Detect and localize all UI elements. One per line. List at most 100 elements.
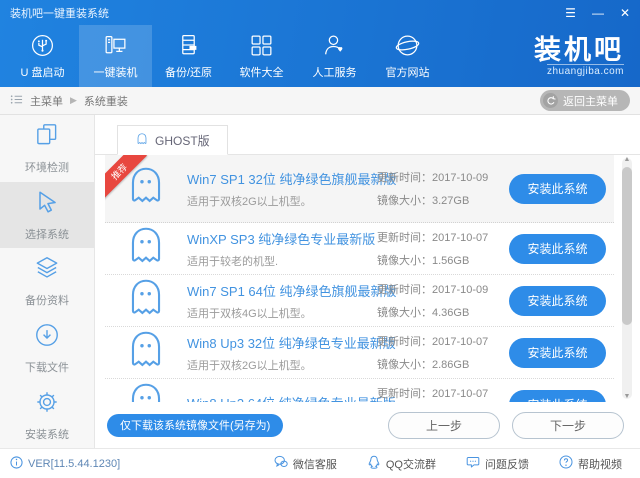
sidebar-item-label: 选择系统 (25, 228, 69, 241)
breadcrumb-root[interactable]: 主菜单 (30, 93, 63, 109)
window-title: 装机吧一键重装系统 (10, 7, 109, 20)
brand-logo: 装机吧 zhuangjiba.com (534, 25, 624, 87)
tab-ghost[interactable]: GHOST版 (117, 125, 228, 155)
system-row[interactable]: Win7 SP1 64位 纯净绿色旗舰最新版 适用于双核4G以上机型。 更新时间… (105, 275, 614, 327)
system-title: Win8 Up3 64位 纯净绿色专业最新版 (187, 393, 396, 403)
install-button[interactable]: 安装此系统 (509, 285, 606, 316)
version-info: VER[11.5.44.1230] (10, 455, 120, 472)
system-subtitle: 适用于较老的机型. (187, 255, 279, 268)
computer-icon (102, 32, 129, 59)
qq-icon (367, 455, 381, 472)
main-nav: U 盘启动 一键装机 备份/还原 软件大全 人工服务 官方网站 装机吧 zhua… (0, 25, 640, 87)
system-row[interactable]: WinXP SP3 纯净绿色专业最新版 适用于较老的机型. 更新时间：2017-… (105, 223, 614, 275)
nav-item-support[interactable]: 人工服务 (298, 25, 371, 87)
scroll-down-icon[interactable]: ▼ (622, 393, 632, 401)
image-size: 镜像大小：4.36GB (377, 307, 470, 319)
header: 装机吧一键重装系统 ☰ — ✕ U 盘启动 一键装机 备份/还原 软件大全 人工… (0, 0, 640, 87)
install-button[interactable]: 安装此系统 (509, 389, 606, 402)
help-video-link[interactable]: 帮助视频 (559, 455, 622, 472)
status-link-label: 微信客服 (292, 458, 337, 471)
chevron-right-icon: ▶ (70, 95, 77, 105)
status-bar: VER[11.5.44.1230] 微信客服 QQ交流群 问题反馈 帮助视频 (0, 448, 640, 478)
nav-item-label: 人工服务 (312, 67, 357, 79)
sidebar-item-label: 下载文件 (25, 362, 69, 375)
sidebar-item-label: 环境检测 (25, 162, 69, 175)
status-link-label: 问题反馈 (485, 458, 529, 471)
minimize-button[interactable]: — (592, 7, 604, 19)
menu-icon[interactable]: ☰ (565, 7, 576, 19)
nav-item-software[interactable]: 软件大全 (225, 25, 298, 87)
previous-step-button[interactable]: 上一步 (388, 411, 500, 439)
sidebar-item-install-system[interactable]: 安装系统 (0, 381, 94, 448)
info-icon (10, 455, 23, 472)
cursor-icon (33, 188, 61, 219)
updated-time: 更新时间：2017-10-09 (377, 284, 489, 296)
ghost-icon (123, 223, 169, 274)
sidebar-item-label: 安装系统 (25, 428, 69, 441)
tab-label: GHOST版 (155, 133, 210, 148)
help-icon (559, 455, 573, 472)
tab-bar: GHOST版 (95, 115, 640, 155)
feedback-link[interactable]: 问题反馈 (466, 455, 529, 472)
system-subtitle: 适用于双核2G以上机型。 (187, 195, 312, 208)
ghost-icon (135, 132, 149, 149)
sidebar-item-select-system[interactable]: 选择系统 (0, 181, 94, 249)
nav-item-backup-restore[interactable]: 备份/还原 (152, 25, 225, 87)
sidebar-item-env-check[interactable]: 环境检测 (0, 115, 94, 182)
image-size: 镜像大小：1.56GB (377, 255, 470, 267)
ghost-icon (123, 379, 169, 402)
close-button[interactable]: ✕ (620, 7, 630, 19)
back-to-menu-button[interactable]: 返回主菜单 (540, 90, 630, 111)
updated-time: 更新时间：2017-10-07 (377, 232, 489, 244)
system-list: 推荐 Win7 SP1 32位 纯净绿色旗舰最新版 适用于双核2G以上机型。 更… (95, 155, 640, 402)
layers-icon (33, 254, 61, 285)
scroll-up-icon[interactable]: ▲ (622, 156, 632, 164)
nav-item-label: 备份/还原 (164, 67, 213, 79)
nav-item-one-key-install[interactable]: 一键装机 (79, 25, 152, 87)
main-panel: GHOST版 推荐 Win7 SP1 32位 纯净绿色旗舰最新版 适用于双核2G… (95, 115, 640, 448)
gear-icon (33, 388, 61, 419)
install-button[interactable]: 安装此系统 (509, 337, 606, 368)
install-button[interactable]: 安装此系统 (509, 233, 606, 264)
app-window: 装机吧一键重装系统 ☰ — ✕ U 盘启动 一键装机 备份/还原 软件大全 人工… (0, 0, 640, 478)
next-step-button[interactable]: 下一步 (512, 411, 624, 439)
content-area: 环境检测 选择系统 备份资料 下载文件 安装系统 GHOST版 推荐 Win7 … (0, 115, 640, 448)
system-title: Win8 Up3 32位 纯净绿色专业最新版 (187, 335, 396, 351)
breadcrumb-current: 系统重装 (83, 95, 128, 108)
system-subtitle: 适用于双核2G以上机型。 (187, 359, 312, 372)
usb-icon (29, 32, 56, 59)
breadcrumb: 主菜单 ▶ 系统重装 返回主菜单 (0, 87, 640, 115)
system-row[interactable]: 推荐 Win7 SP1 32位 纯净绿色旗舰最新版 适用于双核2G以上机型。 更… (105, 155, 614, 223)
install-button[interactable]: 安装此系统 (509, 173, 606, 204)
image-size: 镜像大小：3.27GB (377, 195, 470, 207)
nav-item-label: 官方网站 (385, 67, 430, 79)
wechat-support-link[interactable]: 微信客服 (274, 455, 337, 472)
qq-group-link[interactable]: QQ交流群 (367, 455, 436, 472)
titlebar: 装机吧一键重装系统 ☰ — ✕ (0, 0, 640, 25)
nav-item-label: 软件大全 (239, 67, 284, 79)
ghost-icon (123, 327, 169, 378)
scrollbar[interactable]: ▲ ▼ (622, 156, 632, 401)
sidebar-item-label: 备份资料 (25, 295, 69, 308)
monitor-check-icon (33, 121, 61, 152)
wechat-icon (274, 455, 288, 472)
logo-domain: zhuangjiba.com (546, 63, 624, 77)
system-subtitle: 适用于双核4G以上机型。 (187, 307, 312, 320)
scrollbar-thumb[interactable] (622, 167, 632, 325)
system-title: WinXP SP3 纯净绿色专业最新版 (187, 231, 376, 247)
download-only-button[interactable]: 仅下载该系统镜像文件(另存为) (107, 413, 284, 437)
status-link-label: QQ交流群 (385, 458, 436, 471)
download-icon (33, 321, 61, 352)
support-icon (321, 32, 348, 59)
nav-item-label: 一键装机 (93, 67, 138, 79)
sidebar-item-backup-data[interactable]: 备份资料 (0, 248, 94, 315)
sidebar-item-download-files[interactable]: 下载文件 (0, 315, 94, 382)
nav-item-website[interactable]: 官方网站 (371, 25, 444, 87)
system-row[interactable]: Win8 Up3 32位 纯净绿色专业最新版 适用于双核2G以上机型。 更新时间… (105, 327, 614, 379)
logo-text: 装机吧 (534, 34, 624, 65)
nav-item-usb-boot[interactable]: U 盘启动 (6, 25, 79, 87)
updated-time: 更新时间：2017-10-07 (377, 336, 489, 348)
system-row[interactable]: Win8 Up3 64位 纯净绿色专业最新版 更新时间：2017-10-07 镜… (105, 379, 614, 402)
updated-time: 更新时间：2017-10-07 (377, 388, 489, 400)
system-title: Win7 SP1 32位 纯净绿色旗舰最新版 (187, 171, 397, 187)
